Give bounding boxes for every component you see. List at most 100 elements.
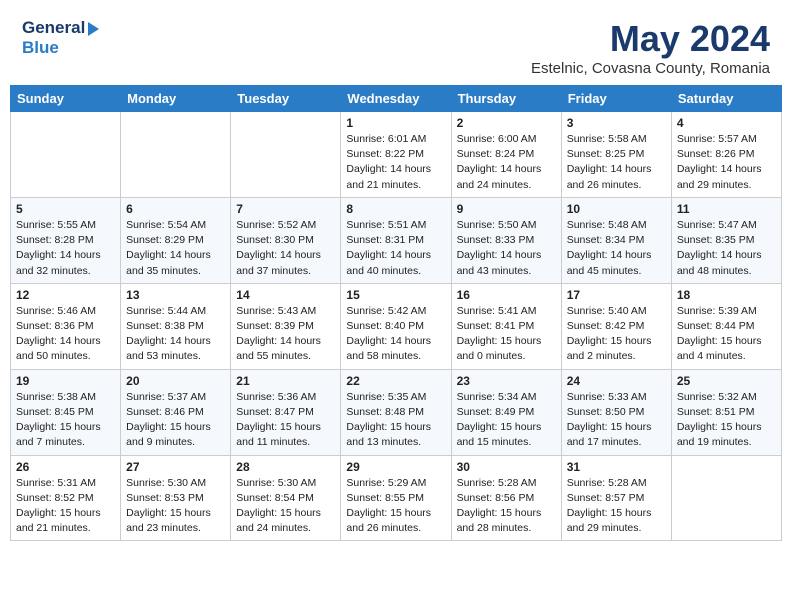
day-number: 3 bbox=[567, 116, 666, 130]
calendar-cell: 13Sunrise: 5:44 AMSunset: 8:38 PMDayligh… bbox=[121, 283, 231, 369]
day-info-line: Daylight: 15 hours bbox=[236, 506, 335, 521]
day-number: 24 bbox=[567, 374, 666, 388]
day-info-line: and 24 minutes. bbox=[236, 521, 335, 536]
day-info-line: Daylight: 15 hours bbox=[16, 420, 115, 435]
calendar-table: SundayMondayTuesdayWednesdayThursdayFrid… bbox=[10, 85, 782, 541]
day-info-line: and 43 minutes. bbox=[457, 264, 556, 279]
day-number: 31 bbox=[567, 460, 666, 474]
day-info-line: and 29 minutes. bbox=[567, 521, 666, 536]
day-info-line: Daylight: 15 hours bbox=[346, 506, 445, 521]
title-block: May 2024 Estelnic, Covasna County, Roman… bbox=[531, 18, 770, 77]
day-info-line: and 15 minutes. bbox=[457, 435, 556, 450]
weekday-header-sunday: Sunday bbox=[11, 86, 121, 112]
day-info-line: Daylight: 14 hours bbox=[457, 162, 556, 177]
calendar-cell: 6Sunrise: 5:54 AMSunset: 8:29 PMDaylight… bbox=[121, 197, 231, 283]
calendar-cell: 8Sunrise: 5:51 AMSunset: 8:31 PMDaylight… bbox=[341, 197, 451, 283]
day-number: 13 bbox=[126, 288, 225, 302]
day-number: 20 bbox=[126, 374, 225, 388]
day-info-line: Sunrise: 5:30 AM bbox=[236, 476, 335, 491]
day-number: 6 bbox=[126, 202, 225, 216]
logo: General Blue bbox=[22, 18, 99, 58]
day-info-line: Sunset: 8:53 PM bbox=[126, 491, 225, 506]
day-info-line: Daylight: 14 hours bbox=[677, 162, 776, 177]
day-info-line: Sunset: 8:55 PM bbox=[346, 491, 445, 506]
day-info-line: Sunset: 8:52 PM bbox=[16, 491, 115, 506]
day-info-line: Sunrise: 5:40 AM bbox=[567, 304, 666, 319]
day-number: 11 bbox=[677, 202, 776, 216]
day-number: 27 bbox=[126, 460, 225, 474]
day-number: 17 bbox=[567, 288, 666, 302]
calendar-cell: 3Sunrise: 5:58 AMSunset: 8:25 PMDaylight… bbox=[561, 112, 671, 198]
day-info-line: Sunrise: 5:28 AM bbox=[567, 476, 666, 491]
day-number: 18 bbox=[677, 288, 776, 302]
day-number: 4 bbox=[677, 116, 776, 130]
calendar-cell: 11Sunrise: 5:47 AMSunset: 8:35 PMDayligh… bbox=[671, 197, 781, 283]
day-info-line: Sunrise: 5:41 AM bbox=[457, 304, 556, 319]
calendar-cell: 18Sunrise: 5:39 AMSunset: 8:44 PMDayligh… bbox=[671, 283, 781, 369]
day-number: 30 bbox=[457, 460, 556, 474]
calendar-cell: 10Sunrise: 5:48 AMSunset: 8:34 PMDayligh… bbox=[561, 197, 671, 283]
day-number: 14 bbox=[236, 288, 335, 302]
day-info-line: Sunset: 8:41 PM bbox=[457, 319, 556, 334]
day-info-line: Daylight: 14 hours bbox=[346, 334, 445, 349]
day-info-line: Sunset: 8:28 PM bbox=[16, 233, 115, 248]
day-info-line: and 4 minutes. bbox=[677, 349, 776, 364]
calendar-cell bbox=[671, 455, 781, 541]
day-number: 26 bbox=[16, 460, 115, 474]
calendar-cell: 1Sunrise: 6:01 AMSunset: 8:22 PMDaylight… bbox=[341, 112, 451, 198]
calendar-cell bbox=[11, 112, 121, 198]
day-info-line: Daylight: 15 hours bbox=[236, 420, 335, 435]
day-number: 22 bbox=[346, 374, 445, 388]
weekday-header-tuesday: Tuesday bbox=[231, 86, 341, 112]
day-info-line: Sunset: 8:36 PM bbox=[16, 319, 115, 334]
weekday-header-thursday: Thursday bbox=[451, 86, 561, 112]
day-info-line: Daylight: 15 hours bbox=[677, 334, 776, 349]
day-info-line: and 9 minutes. bbox=[126, 435, 225, 450]
day-info-line: Sunset: 8:44 PM bbox=[677, 319, 776, 334]
calendar-cell bbox=[231, 112, 341, 198]
day-info-line: and 21 minutes. bbox=[346, 178, 445, 193]
day-number: 19 bbox=[16, 374, 115, 388]
day-info-line: and 29 minutes. bbox=[677, 178, 776, 193]
calendar-cell: 16Sunrise: 5:41 AMSunset: 8:41 PMDayligh… bbox=[451, 283, 561, 369]
day-info-line: Sunset: 8:51 PM bbox=[677, 405, 776, 420]
day-number: 25 bbox=[677, 374, 776, 388]
day-info-line: Sunrise: 5:44 AM bbox=[126, 304, 225, 319]
day-info-line: Sunrise: 5:28 AM bbox=[457, 476, 556, 491]
day-info-line: Sunset: 8:46 PM bbox=[126, 405, 225, 420]
day-info-line: Sunrise: 5:58 AM bbox=[567, 132, 666, 147]
day-info-line: Sunrise: 5:32 AM bbox=[677, 390, 776, 405]
day-info-line: Daylight: 14 hours bbox=[346, 162, 445, 177]
weekday-header-monday: Monday bbox=[121, 86, 231, 112]
day-info-line: Sunset: 8:26 PM bbox=[677, 147, 776, 162]
day-info-line: and 26 minutes. bbox=[346, 521, 445, 536]
day-info-line: Daylight: 15 hours bbox=[457, 334, 556, 349]
day-info-line: Daylight: 15 hours bbox=[457, 506, 556, 521]
day-info-line: Sunrise: 5:33 AM bbox=[567, 390, 666, 405]
day-info-line: Sunset: 8:49 PM bbox=[457, 405, 556, 420]
day-info-line: Daylight: 15 hours bbox=[126, 420, 225, 435]
calendar-cell: 7Sunrise: 5:52 AMSunset: 8:30 PMDaylight… bbox=[231, 197, 341, 283]
day-info-line: Daylight: 15 hours bbox=[567, 420, 666, 435]
day-info-line: Daylight: 14 hours bbox=[677, 248, 776, 263]
calendar-cell: 27Sunrise: 5:30 AMSunset: 8:53 PMDayligh… bbox=[121, 455, 231, 541]
day-info-line: Sunrise: 5:30 AM bbox=[126, 476, 225, 491]
day-info-line: Sunrise: 5:42 AM bbox=[346, 304, 445, 319]
day-number: 7 bbox=[236, 202, 335, 216]
day-info-line: Sunset: 8:22 PM bbox=[346, 147, 445, 162]
day-info-line: Sunset: 8:38 PM bbox=[126, 319, 225, 334]
day-info-line: Sunset: 8:31 PM bbox=[346, 233, 445, 248]
day-info-line: and 55 minutes. bbox=[236, 349, 335, 364]
day-info-line: and 28 minutes. bbox=[457, 521, 556, 536]
day-info-line: and 40 minutes. bbox=[346, 264, 445, 279]
day-info-line: Daylight: 15 hours bbox=[567, 334, 666, 349]
weekday-header-saturday: Saturday bbox=[671, 86, 781, 112]
calendar-cell: 12Sunrise: 5:46 AMSunset: 8:36 PMDayligh… bbox=[11, 283, 121, 369]
day-info-line: Daylight: 15 hours bbox=[457, 420, 556, 435]
calendar-cell: 14Sunrise: 5:43 AMSunset: 8:39 PMDayligh… bbox=[231, 283, 341, 369]
day-number: 10 bbox=[567, 202, 666, 216]
day-info-line: Daylight: 15 hours bbox=[16, 506, 115, 521]
day-info-line: Sunset: 8:34 PM bbox=[567, 233, 666, 248]
day-info-line: Sunrise: 5:37 AM bbox=[126, 390, 225, 405]
day-info-line: Daylight: 14 hours bbox=[457, 248, 556, 263]
